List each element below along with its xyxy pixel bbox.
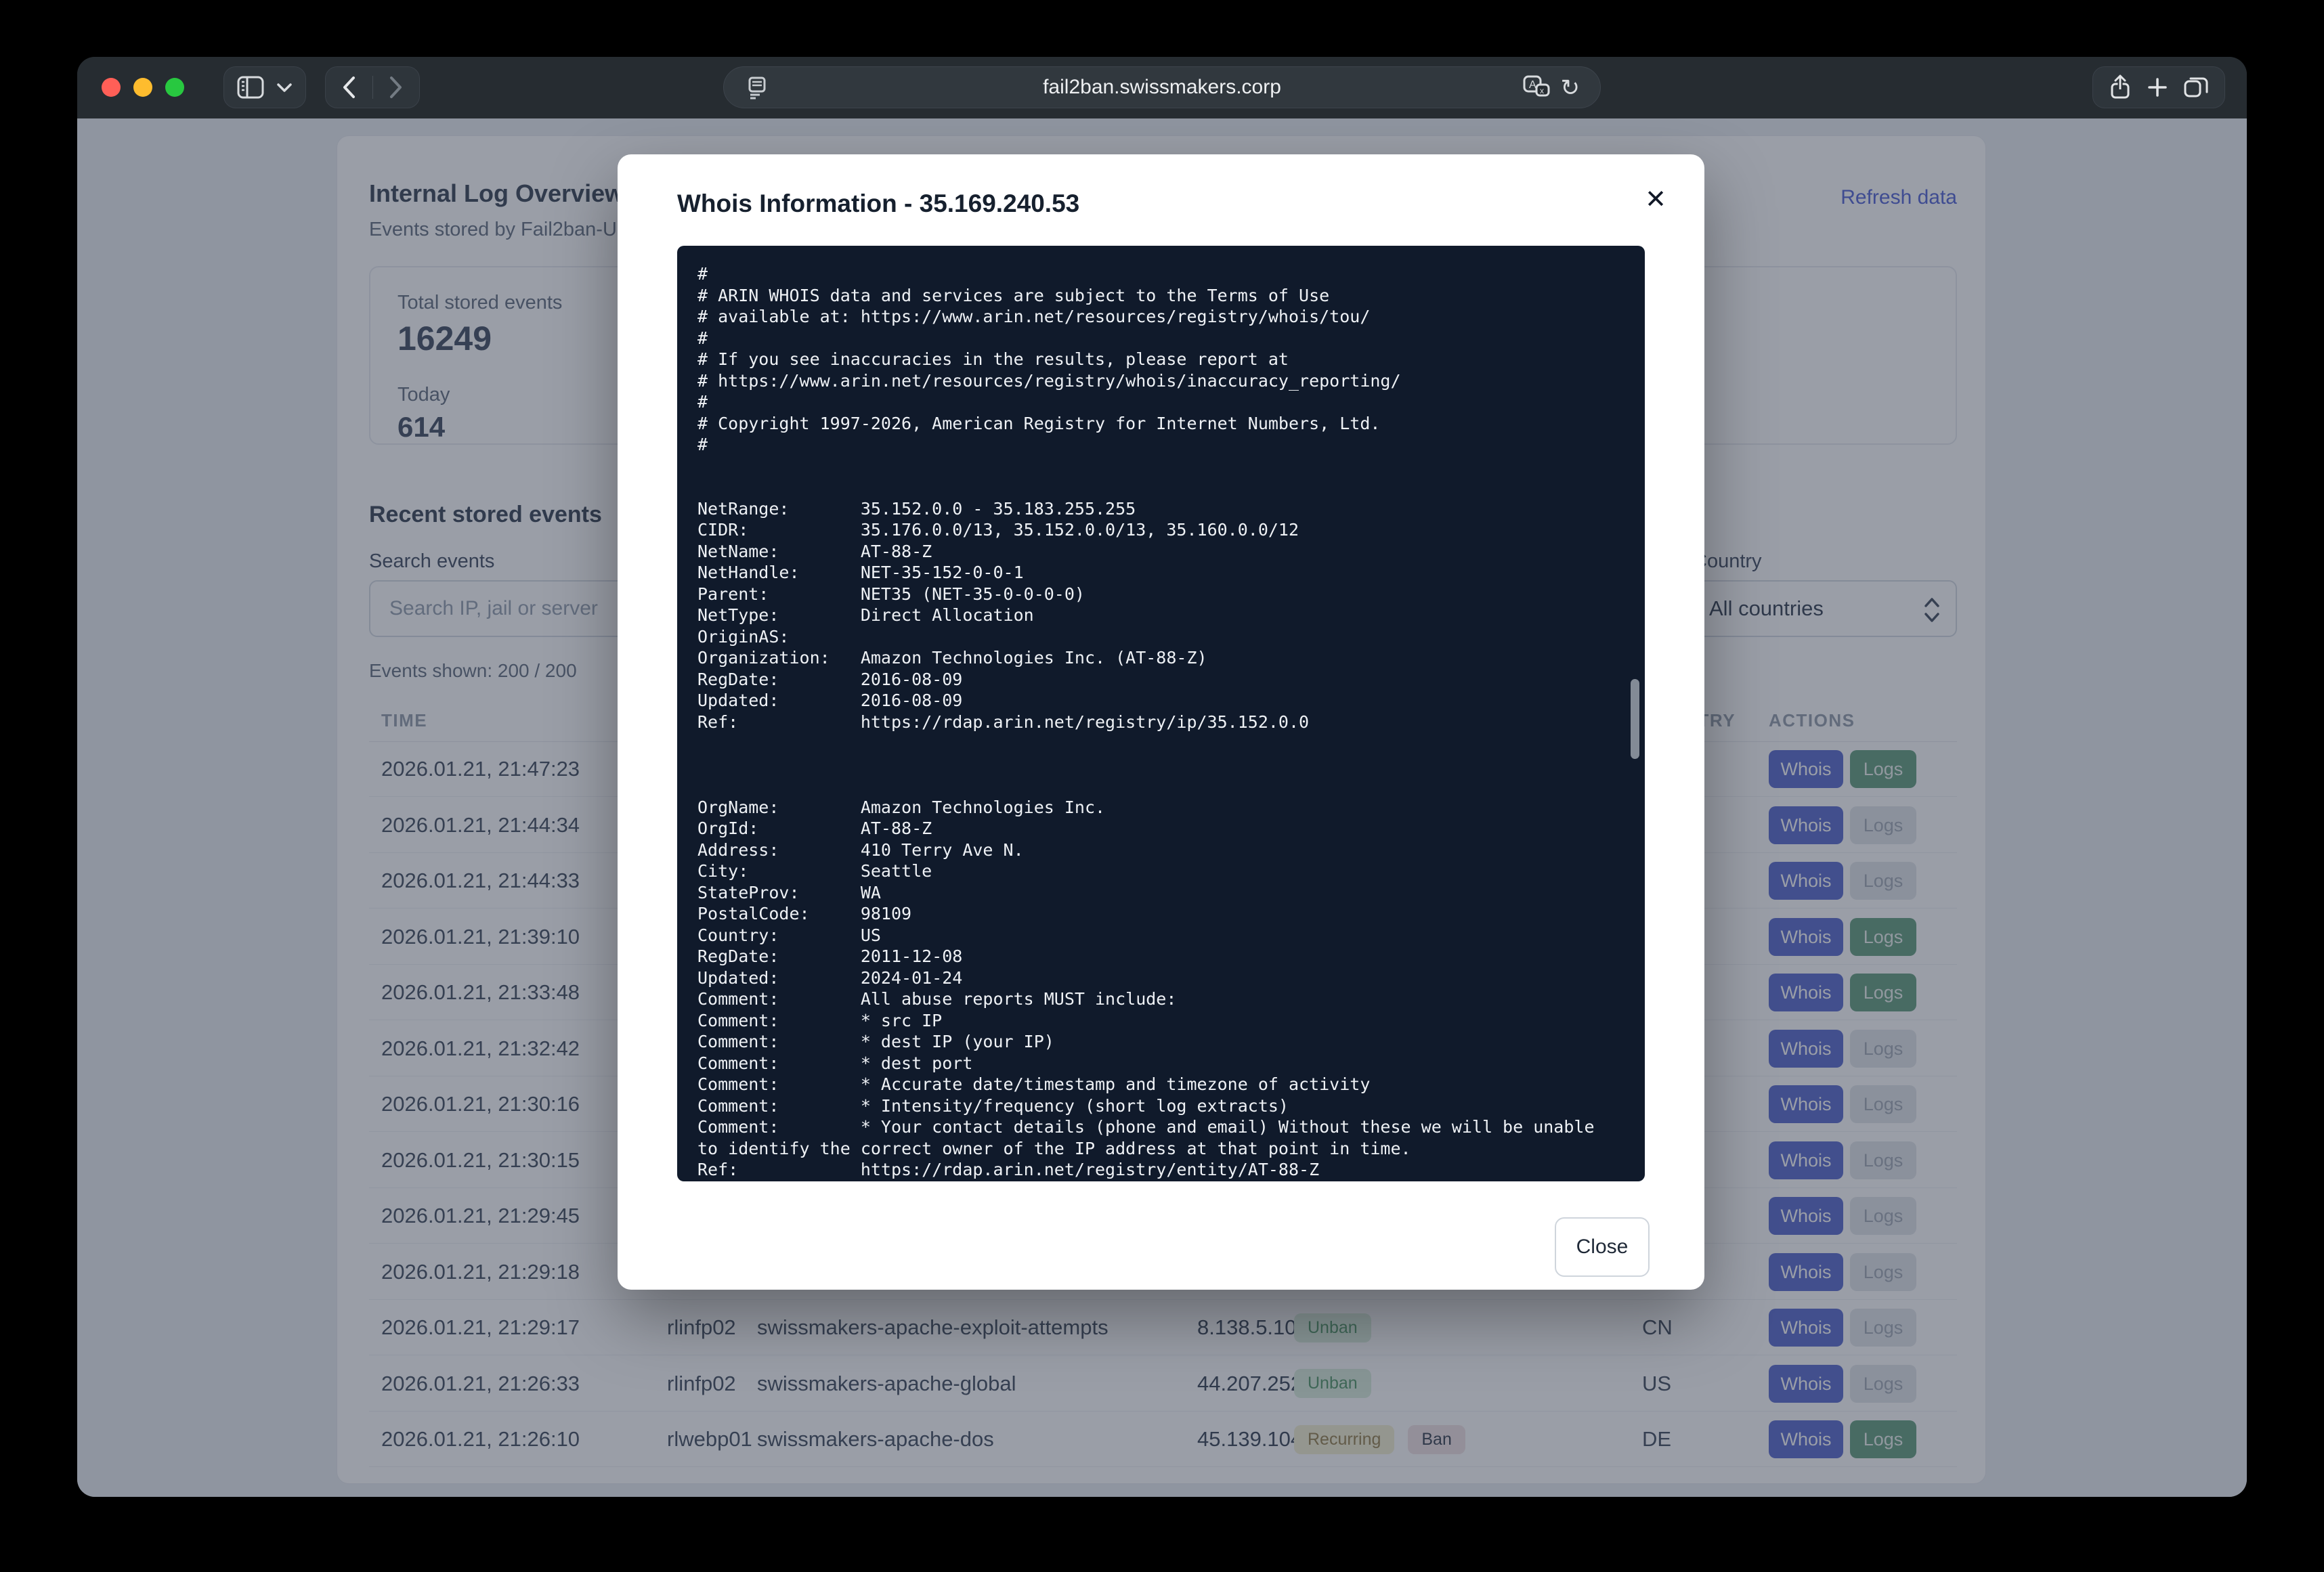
nav-divider (372, 76, 373, 99)
back-icon[interactable] (341, 76, 356, 99)
share-icon[interactable] (2109, 74, 2131, 100)
url-text[interactable]: fail2ban.swissmakers.corp (724, 76, 1600, 99)
svg-text:A: A (1529, 79, 1536, 91)
window-zoom-button[interactable] (165, 78, 184, 97)
tab-overview-icon[interactable] (2184, 76, 2208, 99)
nav-button-group (325, 66, 420, 108)
toolbar-right-group (2092, 66, 2225, 108)
whois-modal: Whois Information - 35.169.240.53 ✕ # # … (618, 154, 1704, 1290)
browser-titlebar: fail2ban.swissmakers.corp Ax ↻ (77, 57, 2247, 118)
window-close-button[interactable] (102, 78, 121, 97)
whois-output-text: # # ARIN WHOIS data and services are sub… (677, 246, 1645, 1181)
reader-view-icon[interactable] (747, 77, 767, 100)
new-tab-icon[interactable] (2147, 77, 2168, 97)
window-minimize-button[interactable] (133, 78, 152, 97)
sidebar-toggle-group (223, 66, 306, 108)
reload-icon[interactable]: ↻ (1561, 77, 1580, 100)
close-icon[interactable]: ✕ (1645, 187, 1666, 213)
browser-window: fail2ban.swissmakers.corp Ax ↻ Internal … (77, 57, 2247, 1497)
close-button[interactable]: Close (1555, 1217, 1650, 1277)
chevron-down-icon[interactable] (276, 82, 293, 93)
web-page: Internal Log Overview Events stored by F… (77, 118, 2247, 1497)
svg-text:x: x (1540, 86, 1544, 95)
scrollbar-thumb[interactable] (1631, 679, 1639, 759)
address-bar[interactable]: fail2ban.swissmakers.corp Ax ↻ (723, 66, 1601, 108)
translate-icon[interactable]: Ax (1523, 75, 1551, 101)
sidebar-icon[interactable] (237, 76, 264, 99)
forward-icon[interactable] (389, 76, 404, 99)
whois-modal-title: Whois Information - 35.169.240.53 (677, 190, 1079, 218)
whois-output-panel: # # ARIN WHOIS data and services are sub… (677, 246, 1645, 1181)
